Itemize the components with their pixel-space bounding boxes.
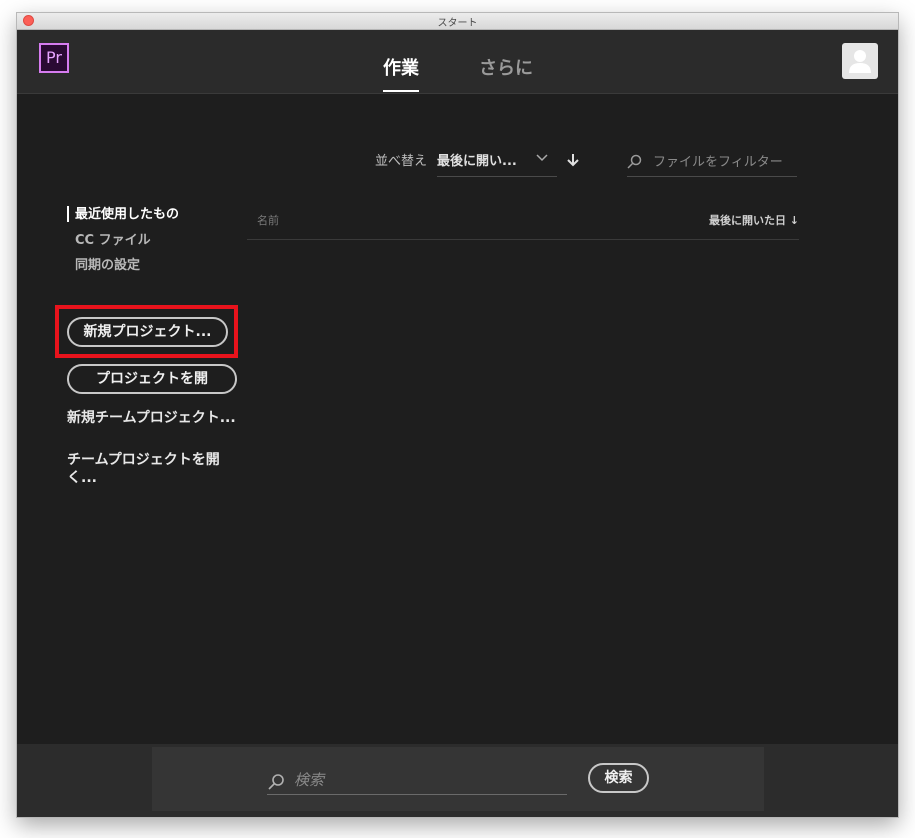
sort-dropdown[interactable]: 最後に開い... xyxy=(437,146,557,177)
filter-input[interactable]: ファイルをフィルター xyxy=(627,146,797,177)
tab-more[interactable]: さらに xyxy=(479,54,533,80)
sidebar-item-recent[interactable]: 最近使用したもの xyxy=(75,203,179,222)
bottom-bar: 検索 検索 xyxy=(17,744,898,817)
new-team-project-link[interactable]: 新規チームプロジェクト... xyxy=(67,409,242,427)
nav-active-indicator xyxy=(67,206,69,222)
user-icon xyxy=(849,50,871,73)
user-avatar-button[interactable] xyxy=(842,43,878,79)
new-project-button[interactable]: 新規プロジェクト... xyxy=(67,317,228,347)
search-button[interactable]: 検索 xyxy=(588,763,649,793)
premiere-logo-icon: Pr xyxy=(39,43,69,73)
chevron-down-icon xyxy=(536,154,548,162)
filter-placeholder: ファイルをフィルター xyxy=(653,155,783,170)
sort-label: 並べ替え xyxy=(375,154,428,169)
title-bar: スタート xyxy=(17,13,898,30)
sidebar-item-sync-settings[interactable]: 同期の設定 xyxy=(75,254,140,273)
search-icon xyxy=(268,774,284,790)
search-input[interactable]: 検索 xyxy=(267,764,567,795)
file-list-header: 名前 最後に開いた日 ↓ xyxy=(247,203,799,240)
column-header-last-opened[interactable]: 最後に開いた日 ↓ xyxy=(709,212,799,228)
window-title: スタート xyxy=(437,18,478,29)
search-placeholder: 検索 xyxy=(294,771,325,789)
column-header-name[interactable]: 名前 xyxy=(257,212,279,228)
sort-direction-arrow-icon[interactable] xyxy=(567,153,579,167)
open-team-project-link[interactable]: チームプロジェクトを開く... xyxy=(67,451,242,487)
app-window: スタート Pr 作業 さらに 並べ替え 最後に開い... ファイルをフィルター xyxy=(17,13,898,817)
active-tab-indicator xyxy=(383,90,419,92)
sort-value: 最後に開い... xyxy=(437,154,517,169)
tab-work[interactable]: 作業 xyxy=(383,54,419,80)
header-bar: Pr 作業 さらに xyxy=(17,30,898,94)
search-icon xyxy=(627,154,642,169)
sidebar-item-cc-files[interactable]: CC ファイル xyxy=(75,229,151,248)
search-panel: 検索 検索 xyxy=(152,747,764,811)
open-project-button[interactable]: プロジェクトを開 xyxy=(67,364,237,394)
